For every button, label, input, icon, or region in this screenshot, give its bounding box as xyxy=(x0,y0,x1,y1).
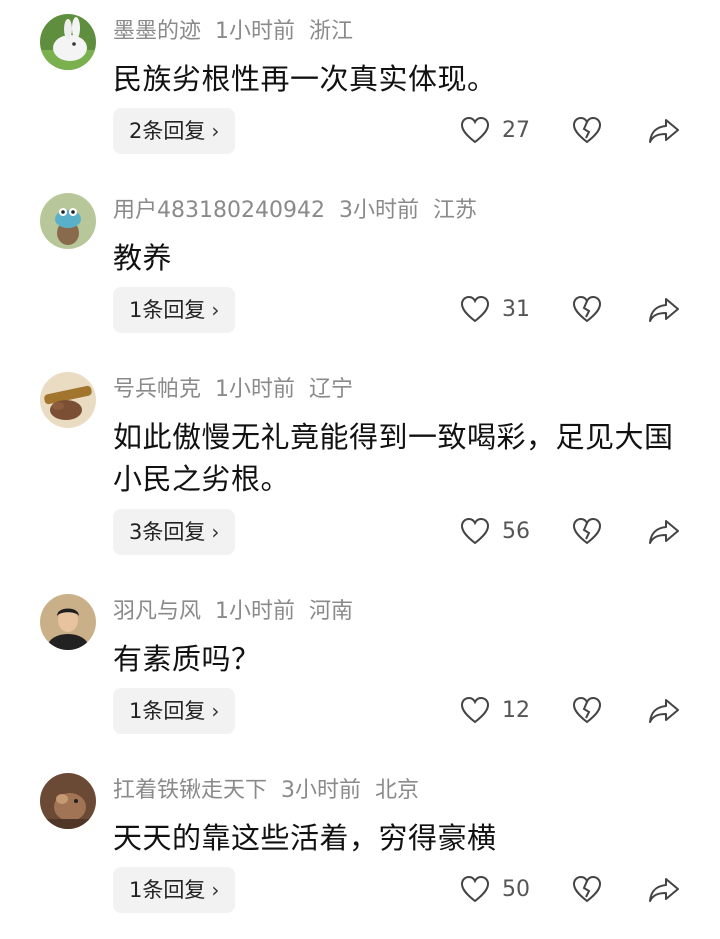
location: 江苏 xyxy=(432,198,477,223)
view-replies-button[interactable]: 1条回复 › xyxy=(113,287,236,333)
share-button[interactable] xyxy=(648,698,680,724)
like-button[interactable]: 31 xyxy=(460,295,530,323)
comment-text: 民族劣根性再一次真实体现。 xyxy=(113,62,497,96)
person-avatar-icon xyxy=(40,594,96,650)
comment-meta: 羽凡与风 1小时前 河南 xyxy=(113,596,367,628)
comment-item: 羽凡与风 1小时前 河南 有素质吗？ 1条回复 › 12 xyxy=(0,580,720,760)
avatar[interactable] xyxy=(40,372,96,428)
share-arrow-icon xyxy=(649,520,679,544)
reply-count-label: 1条回复 xyxy=(129,878,206,902)
like-count: 27 xyxy=(502,117,530,143)
location: 浙江 xyxy=(309,19,354,44)
broken-heart-icon xyxy=(572,295,602,323)
location: 北京 xyxy=(375,778,420,803)
dislike-button[interactable] xyxy=(572,116,602,144)
timestamp: 1小时前 xyxy=(215,599,296,624)
broken-heart-icon xyxy=(572,116,602,144)
comment-meta: 墨墨的迹 1小时前 浙江 xyxy=(113,16,367,48)
comment-item: 用户483180240942 3小时前 江苏 教养 1条回复 › 31 xyxy=(0,179,720,359)
rabbit-avatar-icon xyxy=(40,14,96,70)
heart-icon xyxy=(460,696,490,724)
dislike-button[interactable] xyxy=(572,517,602,545)
reply-count-label: 2条回复 xyxy=(129,119,206,143)
share-arrow-icon xyxy=(649,119,679,143)
chevron-right-icon: › xyxy=(211,520,220,544)
heart-icon xyxy=(460,517,490,545)
username[interactable]: 墨墨的迹 xyxy=(113,19,201,44)
chevron-right-icon: › xyxy=(211,119,220,143)
username[interactable]: 羽凡与风 xyxy=(113,599,201,624)
reply-count-label: 1条回复 xyxy=(129,699,206,723)
chevron-right-icon: › xyxy=(211,878,220,902)
location: 河南 xyxy=(309,599,354,624)
share-arrow-icon xyxy=(649,298,679,322)
share-arrow-icon xyxy=(649,699,679,723)
like-button[interactable]: 27 xyxy=(460,116,530,144)
like-button[interactable]: 50 xyxy=(460,875,530,903)
avatar[interactable] xyxy=(40,773,96,829)
heart-icon xyxy=(460,875,490,903)
avatar[interactable] xyxy=(40,193,96,249)
avatar[interactable] xyxy=(40,594,96,650)
like-count: 50 xyxy=(502,876,530,902)
avatar[interactable] xyxy=(40,14,96,70)
view-replies-button[interactable]: 1条回复 › xyxy=(113,688,236,734)
share-button[interactable] xyxy=(648,519,680,545)
broken-heart-icon xyxy=(572,517,602,545)
dislike-button[interactable] xyxy=(572,696,602,724)
reply-count-label: 1条回复 xyxy=(129,298,206,322)
chevron-right-icon: › xyxy=(211,298,220,322)
comment-text: 天天的靠这些活着，穷得豪横 xyxy=(113,821,497,855)
hand-avatar-icon xyxy=(40,372,96,428)
cartoon-avatar-icon xyxy=(40,193,96,249)
share-arrow-icon xyxy=(649,878,679,902)
comment-text: 有素质吗？ xyxy=(113,642,261,676)
timestamp: 1小时前 xyxy=(215,19,296,44)
reply-count-label: 3条回复 xyxy=(129,520,206,544)
like-count: 12 xyxy=(502,697,530,723)
comment-text: 教养 xyxy=(113,241,173,275)
username[interactable]: 用户483180240942 xyxy=(113,198,325,223)
timestamp: 3小时前 xyxy=(281,778,362,803)
view-replies-button[interactable]: 2条回复 › xyxy=(113,108,236,154)
animal-avatar-icon xyxy=(40,773,96,829)
timestamp: 1小时前 xyxy=(215,377,296,402)
heart-icon xyxy=(460,116,490,144)
view-replies-button[interactable]: 1条回复 › xyxy=(113,867,236,913)
broken-heart-icon xyxy=(572,696,602,724)
username[interactable]: 扛着铁锹走天下 xyxy=(113,778,267,803)
share-button[interactable] xyxy=(648,118,680,144)
timestamp: 3小时前 xyxy=(338,198,419,223)
comment-item: 墨墨的迹 1小时前 浙江 民族劣根性再一次真实体现。 2条回复 › 27 xyxy=(0,0,720,180)
view-replies-button[interactable]: 3条回复 › xyxy=(113,509,236,555)
share-button[interactable] xyxy=(648,297,680,323)
comment-item: 号兵帕克 1小时前 辽宁 如此傲慢无礼竟能得到一致喝彩，足见大国小民之劣根。 3条回… xyxy=(0,358,720,580)
chevron-right-icon: › xyxy=(211,699,220,723)
like-count: 56 xyxy=(502,518,530,544)
share-button[interactable] xyxy=(648,877,680,903)
location: 辽宁 xyxy=(309,377,354,402)
comment-meta: 号兵帕克 1小时前 辽宁 xyxy=(113,374,367,406)
comment-meta: 扛着铁锹走天下 3小时前 北京 xyxy=(113,775,433,807)
dislike-button[interactable] xyxy=(572,295,602,323)
heart-icon xyxy=(460,295,490,323)
broken-heart-icon xyxy=(572,875,602,903)
like-button[interactable]: 56 xyxy=(460,517,530,545)
comment-text: 如此傲慢无礼竟能得到一致喝彩，足见大国小民之劣根。 xyxy=(113,420,674,496)
dislike-button[interactable] xyxy=(572,875,602,903)
like-count: 31 xyxy=(502,296,530,322)
comment-item: 扛着铁锹走天下 3小时前 北京 天天的靠这些活着，穷得豪横 1条回复 › 50 xyxy=(0,759,720,939)
like-button[interactable]: 12 xyxy=(460,696,530,724)
username[interactable]: 号兵帕克 xyxy=(113,377,201,402)
comment-meta: 用户483180240942 3小时前 江苏 xyxy=(113,195,491,227)
